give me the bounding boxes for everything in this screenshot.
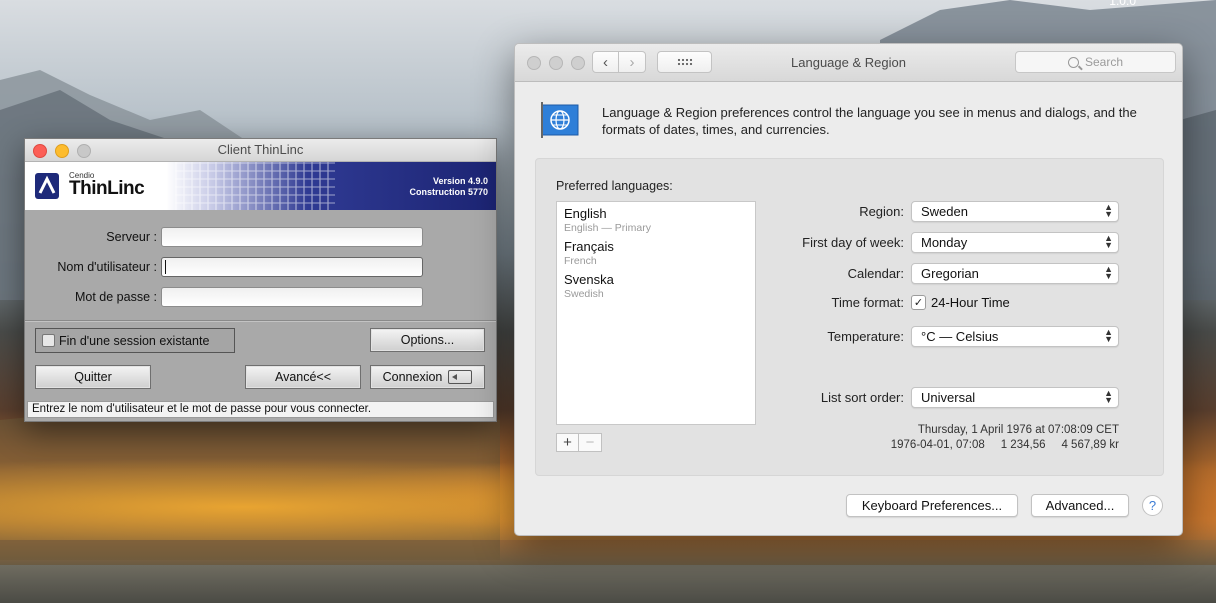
calendar-setting: Calendar: Gregorian ▲ ▼	[704, 263, 1119, 284]
add-remove-controls: + −	[556, 433, 602, 452]
thinlinc-window: Client ThinLinc Cendio ThinLinc Version …	[24, 138, 497, 422]
separator	[25, 320, 496, 322]
first-day-value: Monday	[921, 235, 968, 250]
brand-name: ThinLinc	[69, 178, 145, 199]
status-bar: Entrez le nom d'utilisateur et le mot de…	[27, 401, 494, 418]
zoom-button[interactable]	[571, 56, 585, 70]
preferred-languages-label: Preferred languages:	[556, 179, 673, 193]
time-format-checkbox[interactable]: ✓ 24-Hour Time	[911, 295, 1119, 310]
password-label: Mot de passe :	[75, 290, 157, 304]
flag-globe-icon	[541, 102, 579, 138]
region-value: Sweden	[921, 204, 968, 219]
region-popup[interactable]: Sweden ▲ ▼	[911, 201, 1119, 222]
username-input[interactable]	[161, 257, 423, 277]
quit-button[interactable]: Quitter	[35, 365, 151, 389]
first-day-popup[interactable]: Monday ▲ ▼	[911, 232, 1119, 253]
close-button[interactable]	[527, 56, 541, 70]
options-button[interactable]: Options...	[370, 328, 485, 352]
temperature-label: Temperature:	[827, 329, 904, 344]
first-day-label: First day of week:	[802, 235, 904, 250]
region-label: Region:	[859, 204, 904, 219]
popup-chevron-icon: ▲ ▼	[1104, 202, 1113, 219]
region-setting: Region: Sweden ▲ ▼	[704, 201, 1119, 222]
calendar-value: Gregorian	[921, 266, 979, 281]
calendar-label: Calendar:	[847, 266, 904, 281]
password-row: Mot de passe :	[25, 282, 496, 312]
format-sample-date: Thursday, 1 April 1976 at 07:08:09 CET	[917, 424, 1119, 436]
text-caret	[165, 259, 166, 274]
pixel-pattern	[175, 162, 335, 210]
connect-label: Connexion	[382, 370, 443, 384]
minimize-button[interactable]	[549, 56, 563, 70]
minimize-button[interactable]	[55, 144, 69, 158]
desktop-corner-text: 1.0.0	[1109, 0, 1136, 8]
version-info: Version 4.9.0 Construction 5770	[409, 176, 488, 198]
server-input[interactable]	[161, 227, 423, 247]
remove-language-button[interactable]: −	[579, 433, 602, 452]
version-text: Version 4.9.0	[432, 176, 488, 186]
calendar-popup[interactable]: Gregorian ▲ ▼	[911, 263, 1119, 284]
description-text: Language & Region preferences control th…	[602, 105, 1137, 137]
password-input[interactable]	[161, 287, 423, 307]
checkmark-icon[interactable]: ✓	[911, 295, 926, 310]
show-all-button[interactable]	[657, 51, 712, 73]
search-field[interactable]: Search	[1015, 51, 1176, 73]
connect-button[interactable]: Connexion	[370, 365, 485, 389]
first-day-setting: First day of week: Monday ▲ ▼	[704, 232, 1119, 253]
end-session-checkbox[interactable]: Fin d'une session existante	[35, 328, 235, 353]
popup-chevron-icon: ▲ ▼	[1104, 233, 1113, 250]
username-label: Nom d'utilisateur :	[57, 260, 157, 274]
back-chevron-icon[interactable]: ‹	[592, 51, 619, 73]
temperature-popup[interactable]: °C — Celsius ▲ ▼	[911, 326, 1119, 347]
window-title: Client ThinLinc	[217, 142, 304, 157]
popup-chevron-icon: ▲ ▼	[1104, 388, 1113, 405]
zoom-button[interactable]	[77, 144, 91, 158]
forward-chevron-icon[interactable]: ›	[619, 51, 646, 73]
thinlinc-banner: Cendio ThinLinc Version 4.9.0 Constructi…	[25, 162, 496, 210]
login-form: Serveur : Nom d'utilisateur : Mot de pas…	[25, 210, 496, 312]
end-session-label: Fin d'une session existante	[59, 333, 210, 348]
thinlinc-titlebar[interactable]: Client ThinLinc	[25, 139, 496, 162]
temperature-setting: Temperature: °C — Celsius ▲ ▼	[704, 326, 1119, 347]
temperature-value: °C — Celsius	[921, 329, 999, 344]
language-region-window: ‹ › Language & Region Search Language & …	[514, 43, 1183, 536]
thinlinc-logo-icon	[35, 173, 59, 199]
time-format-value: 24-Hour Time	[931, 295, 1010, 310]
return-key-icon	[448, 370, 473, 384]
username-row: Nom d'utilisateur :	[25, 252, 496, 282]
close-button[interactable]	[33, 144, 47, 158]
build-text: Construction 5770	[409, 187, 488, 197]
format-sample-numbers: 1976-04-01, 07:08 1 234,56 4 567,89 kr	[890, 439, 1119, 451]
popup-chevron-icon: ▲ ▼	[1104, 327, 1113, 344]
grid-icon	[676, 58, 693, 66]
nav-buttons: ‹ ›	[592, 51, 646, 73]
advanced-button[interactable]: Advanced...	[1031, 494, 1129, 517]
advanced-button[interactable]: Avancé<<	[245, 365, 361, 389]
checkbox-box[interactable]	[42, 334, 55, 347]
sort-order-label: List sort order:	[820, 390, 904, 405]
settings-panel: Preferred languages: English English — P…	[535, 158, 1164, 476]
time-format-setting: Time format: ✓ 24-Hour Time	[704, 295, 1119, 310]
sort-order-popup[interactable]: Universal ▲ ▼	[911, 387, 1119, 408]
add-language-button[interactable]: +	[556, 433, 579, 452]
help-button[interactable]: ?	[1142, 495, 1163, 516]
sort-order-value: Universal	[921, 390, 976, 405]
sort-order-setting: List sort order: Universal ▲ ▼	[704, 387, 1119, 408]
popup-chevron-icon: ▲ ▼	[1104, 264, 1113, 281]
lake	[0, 565, 1216, 603]
keyboard-preferences-button[interactable]: Keyboard Preferences...	[846, 494, 1018, 517]
server-row: Serveur :	[25, 222, 496, 252]
time-format-label: Time format:	[831, 295, 904, 310]
search-icon	[1067, 56, 1079, 68]
server-label: Serveur :	[106, 230, 157, 244]
search-placeholder: Search	[1084, 55, 1124, 69]
lr-toolbar[interactable]: ‹ › Language & Region Search	[515, 44, 1182, 82]
